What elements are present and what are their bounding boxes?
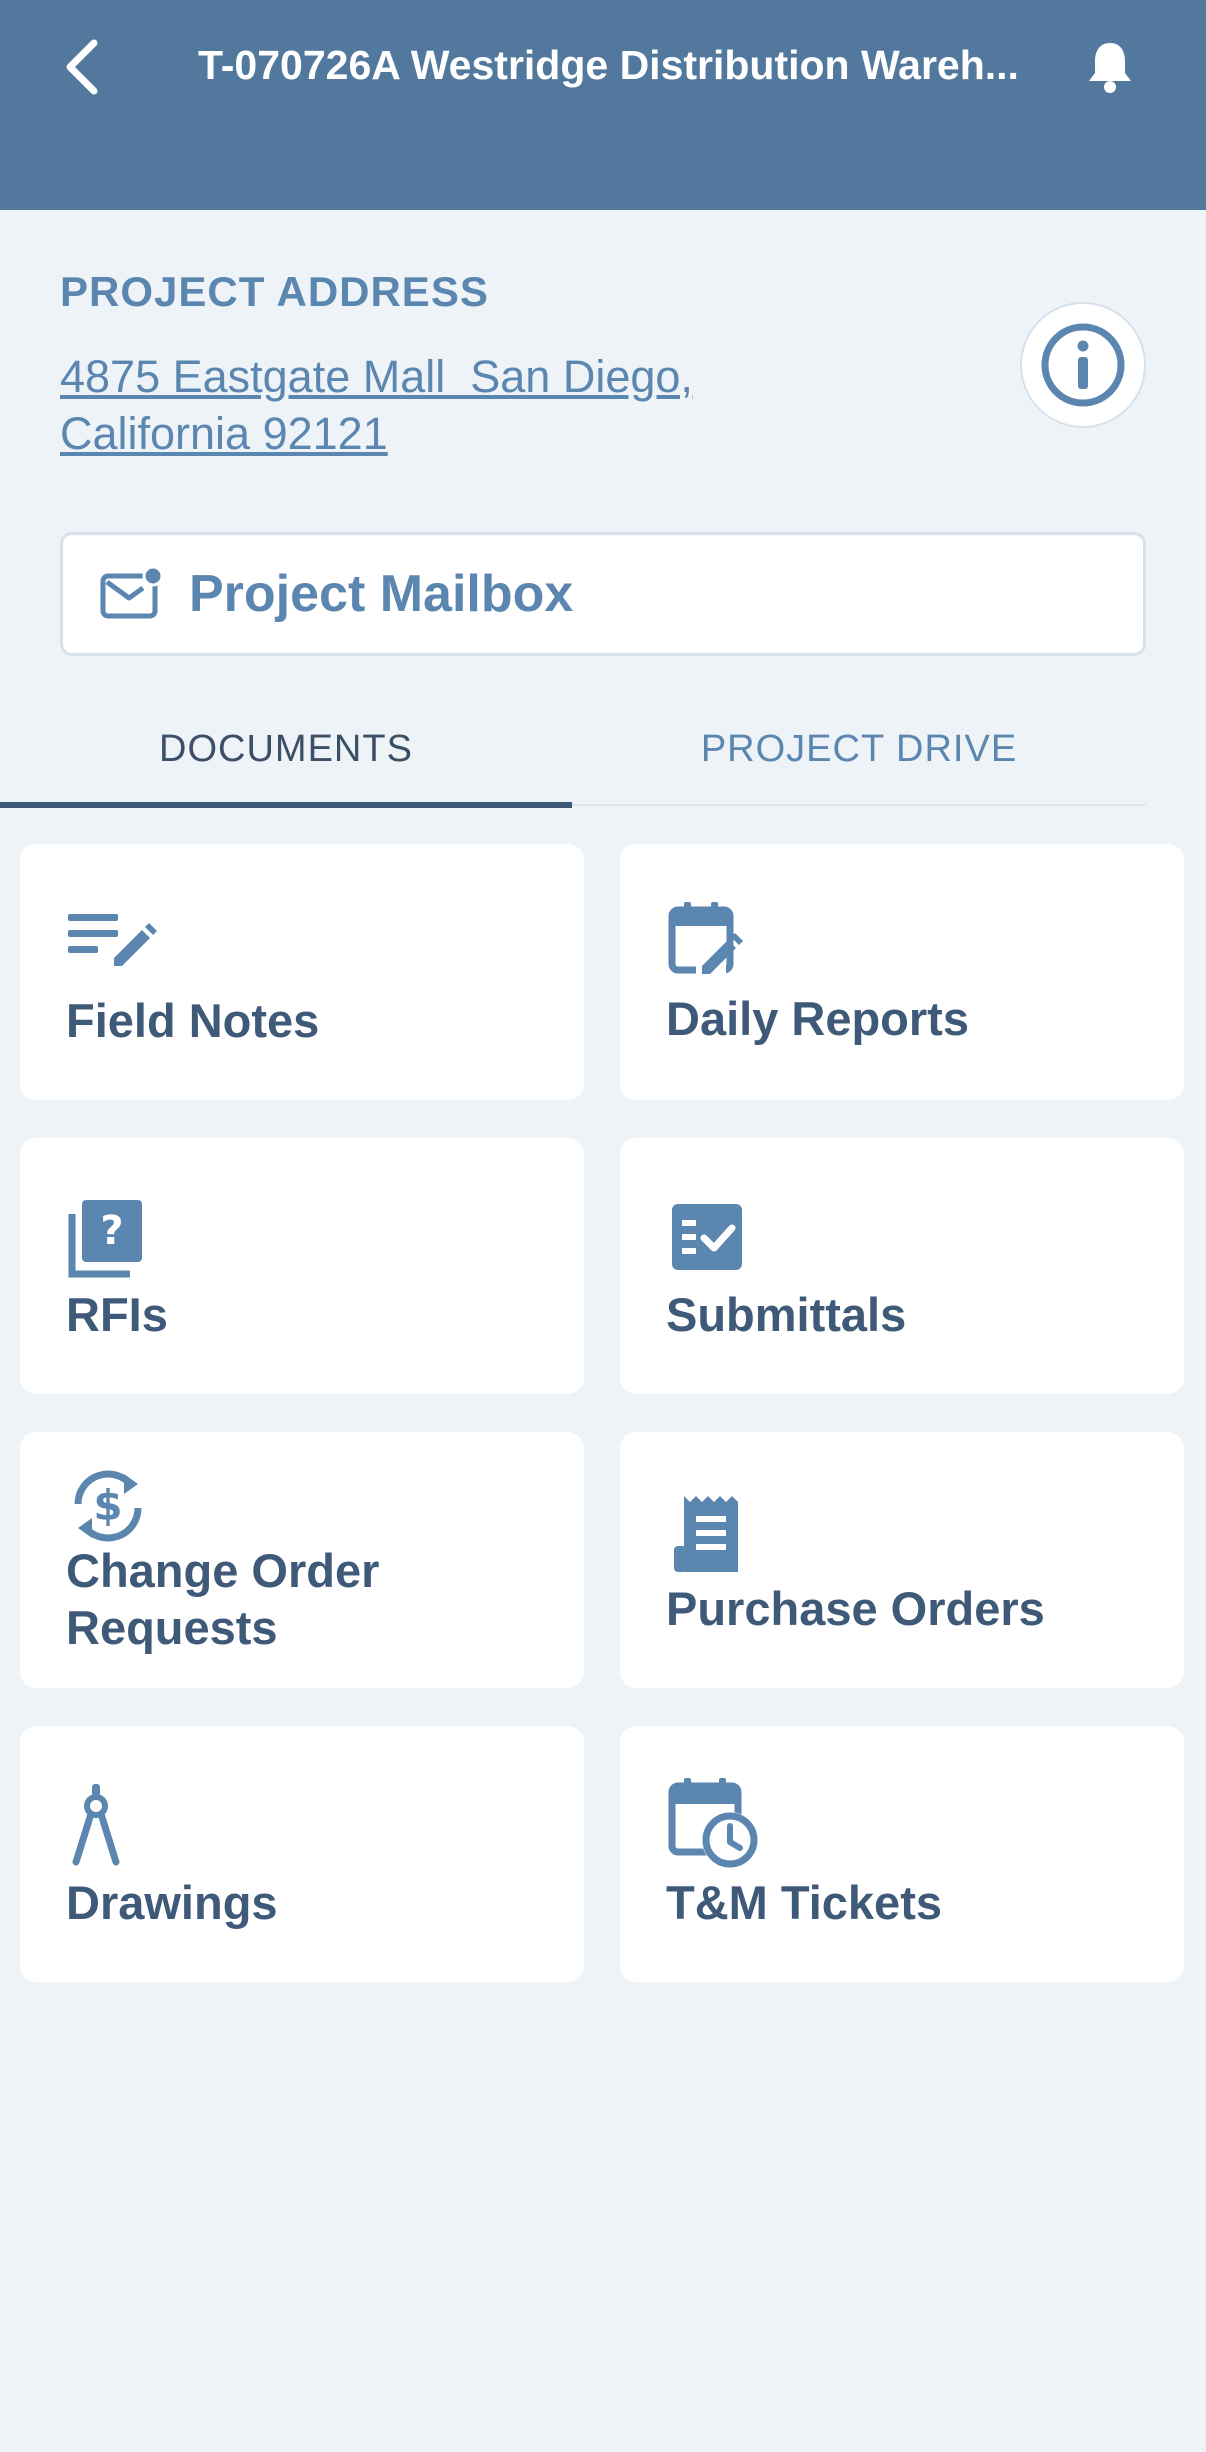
svg-text:$: $ [93,1481,122,1530]
card-label: T&M Tickets [666,1876,942,1929]
card-daily-reports[interactable]: Daily Reports [620,844,1184,1100]
card-label: Purchase Orders [666,1582,1045,1635]
mail-notification-icon [100,566,164,619]
bell-icon [1089,43,1131,93]
project-address-link[interactable]: 4875 Eastgate Mall San Diego, California… [60,348,820,462]
tab-divider [572,804,1146,806]
question-book-icon: ? [68,1200,142,1278]
card-submittals[interactable]: Submittals [620,1138,1184,1394]
card-change-order-requests[interactable]: $ Change Order Requests [20,1432,584,1688]
tab-project-drive[interactable]: PROJECT DRIVE [572,690,1146,808]
back-button[interactable] [52,32,112,102]
calendar-clock-icon [668,1778,758,1868]
card-tm-tickets[interactable]: T&M Tickets [620,1726,1184,1982]
card-field-notes[interactable]: Field Notes [20,844,584,1100]
card-drawings[interactable]: Drawings [20,1726,584,1982]
svg-text:?: ? [100,1208,123,1254]
checklist-icon [672,1204,742,1270]
card-label: Submittals [666,1288,907,1341]
card-label: RFIs [66,1288,168,1341]
address-line-2: California 92121 [60,408,388,459]
card-label: Drawings [66,1876,278,1929]
info-icon [1041,323,1125,407]
card-label: Change Order Requests [66,1544,380,1654]
notes-edit-icon [68,914,157,966]
chevron-left-icon [66,39,98,95]
document-tabs: DOCUMENTS PROJECT DRIVE [0,690,1146,808]
calendar-edit-icon [668,902,743,976]
app-header: T-070726A Westridge Distribution Wareh..… [0,0,1206,210]
card-purchase-orders[interactable]: Purchase Orders [620,1432,1184,1688]
project-title: T-070726A Westridge Distribution Wareh..… [198,42,1019,88]
notifications-button[interactable] [1080,32,1140,102]
project-mailbox-label: Project Mailbox [189,565,574,623]
project-address-label: PROJECT ADDRESS [60,268,489,315]
card-label: Daily Reports [666,992,969,1045]
project-mailbox-button[interactable]: Project Mailbox [60,532,1146,656]
address-line-1: 4875 Eastgate Mall San Diego, [60,351,693,402]
tab-documents[interactable]: DOCUMENTS [0,690,572,808]
card-rfis[interactable]: ? RFIs [20,1138,584,1394]
project-info-button[interactable] [1020,302,1146,428]
receipt-icon [674,1496,738,1572]
compass-icon [72,1784,120,1866]
active-tab-indicator [0,802,572,808]
card-label: Field Notes [66,994,320,1047]
dollar-exchange-icon: $ [74,1470,142,1542]
